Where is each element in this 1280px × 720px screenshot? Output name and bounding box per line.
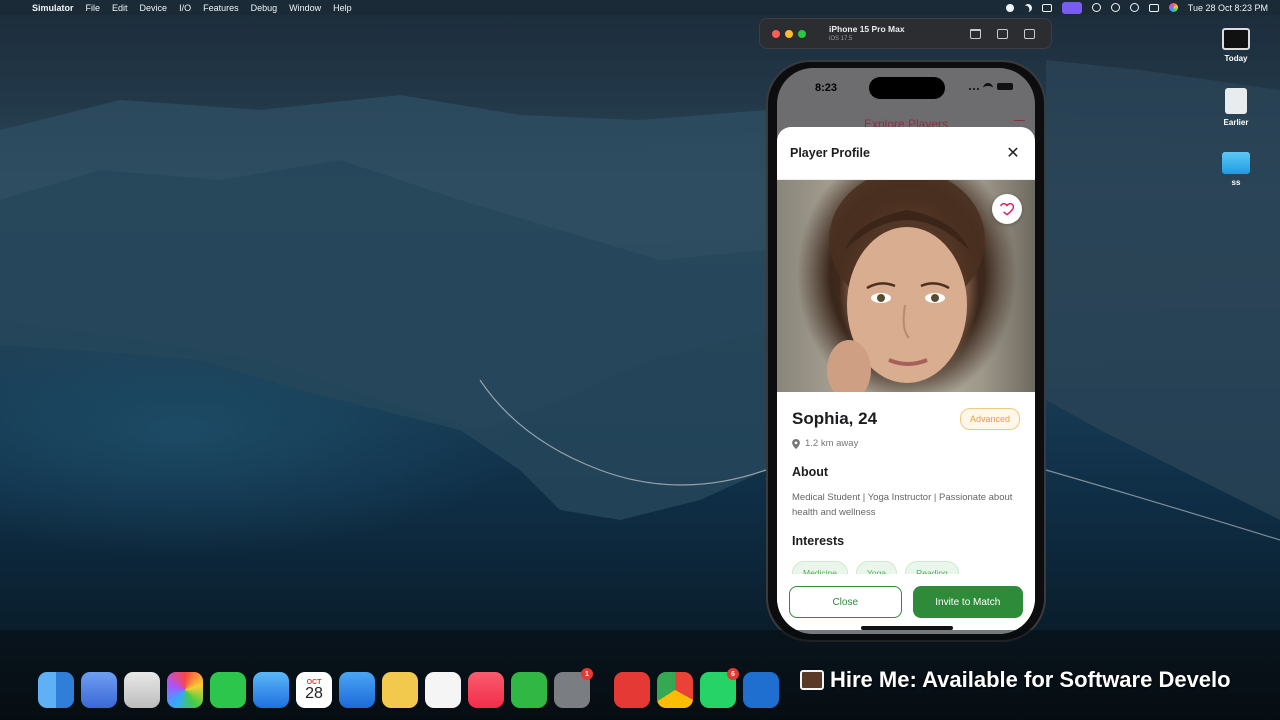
location-pin-icon (792, 438, 800, 449)
mail-icon[interactable] (339, 672, 375, 708)
simulator-device-title: iPhone 15 Pro Max iOS 17.5 (829, 25, 905, 42)
wifi-icon[interactable] (1110, 3, 1120, 12)
status-time: 8:23 (815, 82, 838, 94)
document-icon (1225, 88, 1247, 114)
minimize-window-button[interactable] (785, 29, 793, 38)
close-icon[interactable]: ✕ (1004, 143, 1022, 163)
maps-icon[interactable] (81, 672, 117, 708)
menu-edit[interactable]: Edit (112, 3, 128, 13)
screen-sharing-icon[interactable] (1061, 1, 1082, 14)
rotate-icon[interactable] (1024, 28, 1035, 39)
sheet-title: Player Profile (790, 146, 870, 160)
desktop-wallpaper (0, 0, 1280, 720)
reminders-icon[interactable] (425, 672, 461, 708)
wifi-status-icon (983, 83, 993, 90)
calendar-day: 28 (305, 684, 323, 702)
name-row: Sophia, 24 Advanced (792, 408, 1020, 430)
simulator-toolbar: iPhone 15 Pro Max iOS 17.5 (759, 18, 1052, 49)
menu-io[interactable]: I/O (179, 3, 191, 13)
numbers-icon[interactable] (511, 672, 547, 708)
desktop-item-label: Today (1224, 54, 1248, 63)
invite-to-match-button[interactable]: Invite to Match (912, 586, 1023, 618)
desktop-item-label: Earlier (1223, 118, 1249, 127)
safari-icon[interactable] (253, 672, 289, 708)
anydesk-icon[interactable] (614, 672, 650, 708)
menu-debug[interactable]: Debug (251, 3, 278, 13)
menu-clock[interactable]: Tue 28 Oct 8:23 PM (1188, 3, 1268, 13)
os-version: iOS 17.5 (829, 35, 853, 42)
simulator-tools (970, 28, 1051, 39)
desktop-item-ss[interactable]: ss (1211, 152, 1261, 187)
status-icons (969, 83, 1013, 90)
system-settings-icon[interactable]: 1 (554, 668, 593, 708)
about-text: Medical Student | Yoga Instructor | Pass… (792, 492, 1013, 518)
menu-app-name[interactable]: Simulator (32, 3, 74, 13)
briefcase-icon (800, 670, 824, 690)
player-name: Sophia, 24 (792, 409, 878, 428)
calendar-icon[interactable]: OCT 28 (296, 672, 332, 708)
screenshot-icon[interactable] (997, 28, 1008, 39)
control-center-icon[interactable] (1148, 3, 1159, 12)
whatsapp-icon[interactable]: 6 (700, 668, 739, 708)
menu-window[interactable]: Window (289, 3, 321, 13)
facetime-icon[interactable] (210, 672, 246, 708)
share-icon[interactable] (1041, 3, 1052, 12)
skill-level-badge: Advanced (959, 408, 1020, 430)
distance-text: 1.2 km away (805, 438, 859, 449)
hire-me-text: Hire Me: Available for Software Develo (830, 667, 1231, 692)
cellular-signal-icon (969, 84, 979, 90)
dock-divider (597, 672, 607, 708)
menu-file[interactable]: File (86, 3, 101, 13)
close-button[interactable]: Close (789, 586, 902, 618)
bluetooth-icon[interactable] (1091, 3, 1101, 12)
settings-badge: 1 (581, 668, 593, 680)
zoom-window-button[interactable] (798, 29, 806, 38)
dock: OCT 28 1 6 (38, 666, 779, 714)
phone-screen: 8:23 Explore Players Player Profile ✕ So… (777, 68, 1035, 634)
menu-device[interactable]: Device (140, 3, 168, 13)
ios-status-bar: 8:23 (777, 68, 1035, 106)
dynamic-island (869, 77, 945, 99)
menu-help[interactable]: Help (333, 3, 352, 13)
battery-icon (997, 83, 1013, 90)
music-icon[interactable] (468, 672, 504, 708)
location-row: 1.2 km away (792, 438, 1020, 449)
hire-me-banner: Hire Me: Available for Software Develo (800, 667, 1231, 693)
desktop-item-today[interactable]: Today (1211, 28, 1261, 63)
desktop-item-label: ss (1231, 178, 1241, 187)
menu-extras: Tue 28 Oct 8:23 PM (1005, 1, 1274, 14)
vscode-icon[interactable] (743, 672, 779, 708)
about-heading: About (792, 465, 829, 479)
close-window-button[interactable] (772, 29, 780, 38)
display-icon (1222, 28, 1250, 50)
record-icon[interactable] (1005, 3, 1014, 12)
spotlight-search-icon[interactable] (1129, 3, 1139, 12)
sheet-header: Player Profile ✕ (777, 127, 1035, 180)
menu-bar: Simulator File Edit Device I/O Features … (0, 0, 1280, 15)
desktop-item-earlier[interactable]: Earlier (1211, 88, 1261, 127)
home-icon[interactable] (970, 28, 981, 39)
player-photo (777, 180, 1035, 392)
finder-icon[interactable] (38, 672, 74, 708)
wallpaper-mountains (0, 60, 1280, 541)
interests-heading: Interests (792, 534, 845, 548)
launchpad-icon[interactable] (124, 672, 160, 708)
notes-icon[interactable] (382, 672, 418, 708)
menu-features[interactable]: Features (203, 3, 239, 13)
siri-icon[interactable] (1168, 3, 1178, 12)
profile-info: Sophia, 24 Advanced 1.2 km away About Me… (777, 392, 1035, 585)
focus-moon-icon[interactable] (1022, 2, 1033, 13)
whatsapp-badge: 6 (727, 668, 739, 680)
photos-icon[interactable] (167, 672, 203, 708)
iphone-frame: 8:23 Explore Players Player Profile ✕ So… (766, 60, 1046, 642)
chrome-icon[interactable] (657, 672, 693, 708)
device-name: iPhone 15 Pro Max (829, 24, 905, 35)
folder-icon (1222, 152, 1250, 174)
sheet-actions: Close Invite to Match (777, 574, 1035, 634)
